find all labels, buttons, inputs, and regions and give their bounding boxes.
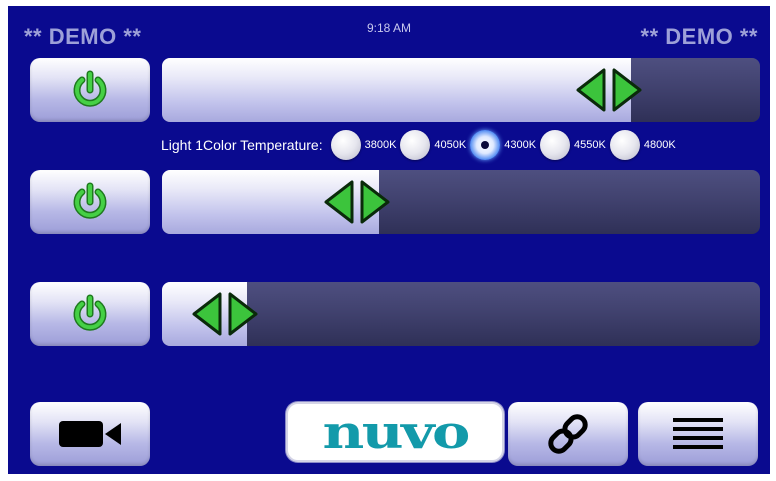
link-button[interactable]: [508, 402, 628, 466]
slider-handle-arrows-icon[interactable]: [574, 68, 644, 112]
power-icon: [73, 294, 107, 331]
radio-button[interactable]: [400, 130, 431, 160]
ct-option-3800k[interactable]: 3800K: [330, 130, 396, 160]
ct-option-4800k[interactable]: 4800K: [609, 130, 676, 160]
video-camera-icon: [59, 421, 121, 447]
light-1-power-button[interactable]: [30, 58, 150, 122]
camera-button[interactable]: [30, 402, 150, 466]
demo-label-right: ** DEMO **: [640, 24, 758, 49]
light-2-dimmer-slider[interactable]: [162, 170, 760, 234]
slider-handle-arrows-icon[interactable]: [190, 292, 260, 336]
nuvo-logo: nuvo: [286, 402, 504, 462]
radio-button[interactable]: [609, 130, 640, 160]
radio-button[interactable]: [540, 130, 571, 160]
power-icon: [73, 70, 107, 107]
light-2-power-button[interactable]: [30, 170, 150, 234]
app-screen: ** DEMO ** 9:18 AM ** DEMO ** Light 1Col…: [8, 6, 770, 474]
slider-handle-arrows-icon[interactable]: [322, 180, 392, 224]
color-temperature-selector: Light 1Color Temperature: 3800K 4050K 43…: [161, 128, 761, 162]
power-icon: [73, 182, 107, 219]
ct-option-4050k[interactable]: 4050K: [400, 130, 466, 160]
link-icon: [548, 414, 588, 454]
radio-button[interactable]: [330, 130, 361, 160]
light-3-power-button[interactable]: [30, 282, 150, 346]
ct-option-4550k[interactable]: 4550K: [540, 130, 606, 160]
radio-button-selected[interactable]: [470, 130, 501, 160]
slider-fill: [162, 58, 631, 122]
menu-icon: [673, 418, 723, 449]
menu-button[interactable]: [638, 402, 758, 466]
color-temperature-label: Light 1Color Temperature:: [161, 137, 323, 153]
light-1-dimmer-slider[interactable]: [162, 58, 760, 122]
light-3-dimmer-slider[interactable]: [162, 282, 760, 346]
ct-option-4300k[interactable]: 4300K: [470, 130, 536, 160]
